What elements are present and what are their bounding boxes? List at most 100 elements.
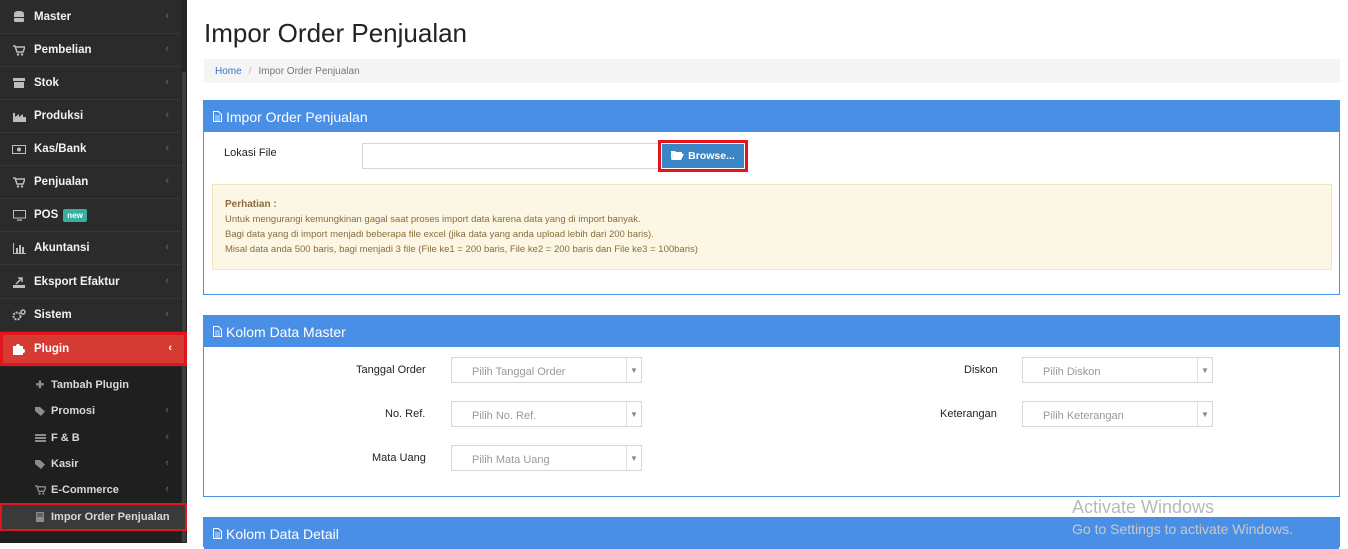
master-data-panel-header: Kolom Data Master [204,316,1339,347]
sidebar-item-stok[interactable]: Stok ‹ [0,67,181,100]
master-data-panel-title: Kolom Data Master [226,323,346,340]
breadcrumb: Home / Impor Order Penjualan [204,59,1340,83]
diskon-label: Diskon [964,364,998,376]
bar-chart-icon [12,242,26,254]
file-path-input[interactable] [362,143,659,169]
food-icon [34,434,46,442]
submenu-item-tambah-plugin[interactable]: ✚ Tambah Plugin [0,372,181,398]
import-panel: Impor Order Penjualan Lokasi File Browse… [203,100,1340,295]
chevron-left-icon: ‹ [165,241,169,253]
dropdown-arrow-icon: ▼ [626,402,641,426]
notice-line: Misal data anda 500 baris, bagi menjadi … [225,244,698,255]
file-icon [213,111,222,122]
submenu-item-kasir[interactable]: Kasir ‹ [0,451,181,477]
page-title: Impor Order Penjualan [204,18,468,48]
chevron-left-icon: ‹ [165,457,169,469]
detail-data-panel-title: Kolom Data Detail [226,525,339,542]
chevron-left-icon: ‹ [165,404,169,416]
sidebar-item-label: Stok [34,77,59,89]
sidebar-item-plugin[interactable]: Plugin ‹ [0,332,187,366]
sidebar-item-label: Penjualan [34,176,89,188]
browse-button-highlight: Browse... [658,140,748,172]
sidebar-scrollbar[interactable] [181,0,187,543]
sidebar-item-eksport-efaktur[interactable]: Eksport Efaktur ‹ [0,266,181,299]
database-icon [12,11,26,23]
submenu-item-label: F & B [51,432,80,444]
submenu-item-e-commerce[interactable]: E-Commerce ‹ [0,477,181,503]
sidebar-item-label: Akuntansi [34,242,90,254]
file-icon [213,528,222,539]
dropdown-arrow-icon: ▼ [1197,358,1212,382]
select-placeholder: Pilih Keterangan [1043,410,1124,422]
mata-uang-select[interactable]: Pilih Mata Uang ▼ [451,445,642,471]
sidebar-item-label: Master [34,11,72,23]
submenu-item-label: Kasir [51,458,79,470]
select-placeholder: Pilih Tanggal Order [472,366,566,378]
money-icon [12,143,26,155]
notice-title: Perhatian : [225,199,277,210]
submenu-item-fnb[interactable]: F & B ‹ [0,425,181,451]
plus-icon: ✚ [35,379,45,391]
chevron-left-icon: ‹ [165,175,169,187]
submenu-item-impor-order-penjualan[interactable]: Impor Order Penjualan [0,503,187,531]
sidebar-item-label: Sistem [34,309,72,321]
cart-icon [34,485,46,495]
box-icon [12,77,26,89]
sidebar-item-pembelian[interactable]: Pembelian ‹ [0,34,181,67]
file-icon [213,326,222,337]
monitor-icon [12,209,26,221]
activate-windows-subtext: Go to Settings to activate Windows. [1072,521,1293,537]
tanggal-order-label: Tanggal Order [356,364,426,376]
factory-icon [12,110,26,122]
new-badge: new [63,208,87,222]
no-ref-select[interactable]: Pilih No. Ref. ▼ [451,401,642,427]
dropdown-arrow-icon: ▼ [626,358,641,382]
sidebar-item-pos[interactable]: POS new [0,199,181,232]
puzzle-icon [12,343,26,355]
sidebar-item-label: Pembelian [34,44,92,56]
diskon-select[interactable]: Pilih Diskon ▼ [1022,357,1213,383]
sidebar-item-penjualan[interactable]: Penjualan ‹ [0,166,181,199]
file-location-label: Lokasi File [224,147,277,159]
notice-line: Untuk mengurangi kemungkinan gagal saat … [225,214,641,225]
notice-line: Bagi data yang di import menjadi beberap… [225,229,654,240]
chevron-left-icon: ‹ [165,10,169,22]
browse-button-label: Browse... [688,150,735,162]
sidebar-item-produksi[interactable]: Produksi ‹ [0,100,181,133]
sidebar: Master ‹ Pembelian ‹ Stok ‹ Produksi ‹ K… [0,0,187,543]
folder-open-icon [671,150,685,163]
submenu-item-label: Tambah Plugin [51,379,130,391]
cart-icon [12,44,26,56]
sidebar-item-master[interactable]: Master ‹ [0,1,181,34]
select-placeholder: Pilih Diskon [1043,366,1101,378]
dropdown-arrow-icon: ▼ [626,446,641,470]
submenu-item-label: Impor Order Penjualan [51,511,170,523]
keterangan-label: Keterangan [940,408,997,420]
master-data-panel: Kolom Data Master Tanggal Order Pilih Ta… [203,315,1340,497]
select-placeholder: Pilih Mata Uang [472,454,550,466]
dropdown-arrow-icon: ▼ [1197,402,1212,426]
submenu-item-label: Promosi [51,405,96,417]
mata-uang-label: Mata Uang [372,452,426,464]
tanggal-order-select[interactable]: Pilih Tanggal Order ▼ [451,357,642,383]
submenu-item-promosi[interactable]: Promosi ‹ [0,398,181,424]
sidebar-item-label: Kas/Bank [34,143,87,155]
chevron-left-icon: ‹ [165,483,169,495]
sidebar-item-kasbank[interactable]: Kas/Bank ‹ [0,133,181,166]
export-icon [12,276,26,288]
browse-button[interactable]: Browse... [662,144,744,168]
tags-icon [34,406,46,416]
sidebar-item-label: Eksport Efaktur [34,276,120,288]
sidebar-item-sistem[interactable]: Sistem ‹ [0,299,181,332]
breadcrumb-separator: / [248,65,252,77]
chevron-left-icon: ‹ [165,109,169,121]
breadcrumb-home-link[interactable]: Home [215,66,242,77]
gears-icon [12,309,26,321]
keterangan-select[interactable]: Pilih Keterangan ▼ [1022,401,1213,427]
sidebar-item-akuntansi[interactable]: Akuntansi ‹ [0,232,181,265]
no-ref-label: No. Ref. [385,408,426,420]
breadcrumb-current: Impor Order Penjualan [258,65,360,77]
sidebar-scroll-thumb[interactable] [182,72,186,542]
activate-windows-watermark: Activate Windows [1072,497,1215,517]
submenu-item-label: E-Commerce [51,484,119,496]
